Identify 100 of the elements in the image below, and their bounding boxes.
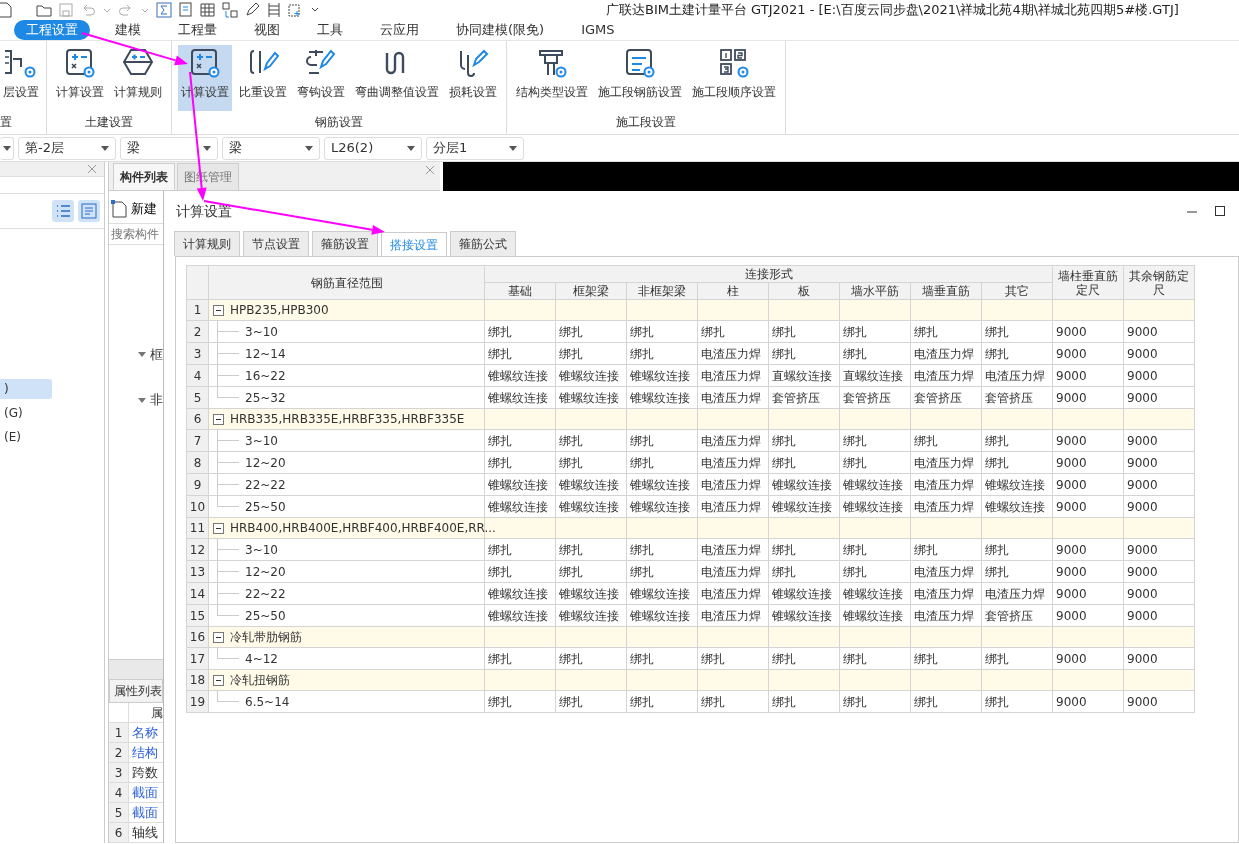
range-label: 25~50 bbox=[245, 607, 286, 625]
report-icon[interactable] bbox=[178, 2, 194, 18]
menu-tab[interactable]: 建模 bbox=[103, 20, 153, 40]
menu-tab[interactable]: 工程量 bbox=[166, 20, 229, 40]
ribbon-button[interactable]: 比重设置 bbox=[236, 45, 290, 111]
ribbon-button[interactable]: 层设置 bbox=[0, 45, 42, 111]
table-cell: 直螺纹连接 bbox=[768, 364, 840, 387]
tree-label: 非 bbox=[150, 391, 163, 409]
folder-icon[interactable] bbox=[36, 2, 52, 18]
table-cell: 绑扎 bbox=[555, 690, 627, 713]
range-label: 6.5~14 bbox=[245, 693, 290, 711]
table-cell: 9000 bbox=[1052, 690, 1124, 713]
new-button[interactable]: 新建 bbox=[109, 191, 163, 221]
ribbon-button[interactable]: 施工段钢筋设置 bbox=[595, 45, 685, 111]
table-cell: 9000 bbox=[1123, 604, 1195, 627]
table-cell: 电渣压力焊 bbox=[697, 473, 769, 496]
dropdown[interactable]: 梁 bbox=[222, 136, 320, 160]
dropdown[interactable]: 分层1 bbox=[426, 136, 524, 160]
ribbon-button[interactable]: 损耗设置 bbox=[446, 45, 500, 111]
row-number: 5 bbox=[186, 386, 209, 409]
row-number: 18 bbox=[186, 669, 209, 691]
dropdown[interactable]: 梁 bbox=[120, 136, 218, 160]
collapse-icon[interactable] bbox=[213, 522, 224, 534]
table-cell: 绑扎 bbox=[484, 342, 556, 365]
panel-tab[interactable]: 构件列表 bbox=[113, 163, 175, 190]
ribbon-button[interactable]: 弯曲调整值设置 bbox=[352, 45, 442, 111]
tree-item[interactable]: ) bbox=[0, 379, 52, 399]
table-cell: 绑扎 bbox=[484, 690, 556, 713]
group-label: 冷轧带肋钢筋 bbox=[230, 629, 302, 646]
dropdown[interactable] bbox=[0, 136, 14, 160]
ribbon-button[interactable]: 计算规则 bbox=[111, 45, 165, 111]
table-cell: 9000 bbox=[1052, 647, 1124, 670]
table-cell: 锥螺纹连接 bbox=[484, 386, 556, 409]
dialog-tab[interactable]: 计算规则 bbox=[174, 231, 240, 256]
close-icon[interactable] bbox=[88, 165, 96, 173]
tree-node[interactable]: 非 bbox=[138, 390, 163, 410]
menu-tab[interactable]: 云应用 bbox=[368, 20, 431, 40]
grid-icon[interactable] bbox=[200, 2, 216, 18]
tree-item[interactable]: (G) bbox=[0, 403, 52, 423]
table-cell: 绑扎 bbox=[626, 342, 698, 365]
dialog-tab[interactable]: 箍筋设置 bbox=[312, 231, 378, 256]
dropdown[interactable]: 第-2层 bbox=[18, 136, 116, 160]
table-cell: 锥螺纹连接 bbox=[484, 473, 556, 496]
table-cell: 绑扎 bbox=[839, 429, 911, 452]
close-icon[interactable] bbox=[426, 166, 434, 174]
menu-tab[interactable]: 视图 bbox=[242, 20, 292, 40]
ribbon-button[interactable]: 施工段顺序设置 bbox=[689, 45, 779, 111]
table-cell: 9000 bbox=[1123, 582, 1195, 605]
range-label: 3~10 bbox=[245, 432, 278, 450]
table-cell: 电渣压力焊 bbox=[697, 386, 769, 409]
table-cell: 绑扎 bbox=[626, 647, 698, 670]
group-label: HRB400,HRB400E,HRBF400,HRBF400E,RR... bbox=[230, 520, 496, 537]
collapse-icon[interactable] bbox=[213, 413, 224, 425]
maximize-icon[interactable] bbox=[1215, 206, 1225, 216]
ribbon-button[interactable]: 弯钩设置 bbox=[294, 45, 348, 111]
table-cell: 9000 bbox=[1052, 473, 1124, 496]
menu-tab[interactable]: IGMS bbox=[569, 20, 627, 40]
save-icon[interactable] bbox=[58, 2, 74, 18]
list-view-icon[interactable] bbox=[52, 200, 74, 222]
dialog-tab[interactable]: 搭接设置 bbox=[381, 232, 447, 257]
table-cell: 绑扎 bbox=[626, 451, 698, 474]
ribbon-button[interactable]: 结构类型设置 bbox=[513, 45, 591, 111]
collapse-icon[interactable] bbox=[213, 304, 224, 316]
table-cell: 锥螺纹连接 bbox=[555, 386, 627, 409]
table-cell: 锥螺纹连接 bbox=[555, 364, 627, 387]
range-label: 12~20 bbox=[245, 454, 286, 472]
row-number: 14 bbox=[186, 582, 209, 605]
table-cell: 绑扎 bbox=[555, 320, 627, 343]
caret-icon bbox=[3, 145, 11, 151]
table-cell: 绑扎 bbox=[768, 647, 840, 670]
ribbon-button[interactable]: 计算设置 bbox=[53, 45, 107, 111]
column-header: 属 bbox=[150, 705, 163, 722]
table-cell: 电渣压力焊 bbox=[981, 582, 1053, 605]
menu-tab[interactable]: 协同建模(限免) bbox=[444, 20, 557, 40]
table-cell: 绑扎 bbox=[697, 320, 769, 343]
collapse-icon[interactable] bbox=[213, 631, 224, 643]
menu-tab[interactable]: 工具 bbox=[305, 20, 355, 40]
table-cell: 电渣压力焊 bbox=[697, 342, 769, 365]
tree-item[interactable]: (E) bbox=[0, 427, 52, 447]
dialog-tab[interactable]: 箍筋公式 bbox=[450, 231, 516, 256]
layout-icon[interactable] bbox=[222, 2, 238, 18]
pen-icon[interactable] bbox=[244, 2, 260, 18]
tree-label: 框 bbox=[150, 345, 163, 364]
tree-node[interactable]: 框 bbox=[138, 344, 163, 364]
row-number: 17 bbox=[186, 647, 209, 670]
detail-view-icon[interactable] bbox=[78, 200, 100, 222]
dropdown[interactable]: L26(2) bbox=[324, 136, 422, 160]
table-cell: 9000 bbox=[1123, 364, 1195, 387]
collapse-icon[interactable] bbox=[213, 674, 224, 686]
dialog-tab[interactable]: 节点设置 bbox=[243, 231, 309, 256]
menu-tab[interactable]: 工程设置 bbox=[14, 20, 90, 40]
caret-icon bbox=[407, 145, 415, 151]
table-cell: 绑扎 bbox=[839, 451, 911, 474]
table-cell: 绑扎 bbox=[555, 429, 627, 452]
table-cell: 绑扎 bbox=[626, 429, 698, 452]
sum-icon[interactable] bbox=[156, 2, 172, 18]
table-cell: 绑扎 bbox=[626, 320, 698, 343]
table-cell: 9000 bbox=[1052, 429, 1124, 452]
search-field[interactable]: 搜索构件 bbox=[109, 222, 163, 245]
table-cell: 直螺纹连接 bbox=[839, 364, 911, 387]
